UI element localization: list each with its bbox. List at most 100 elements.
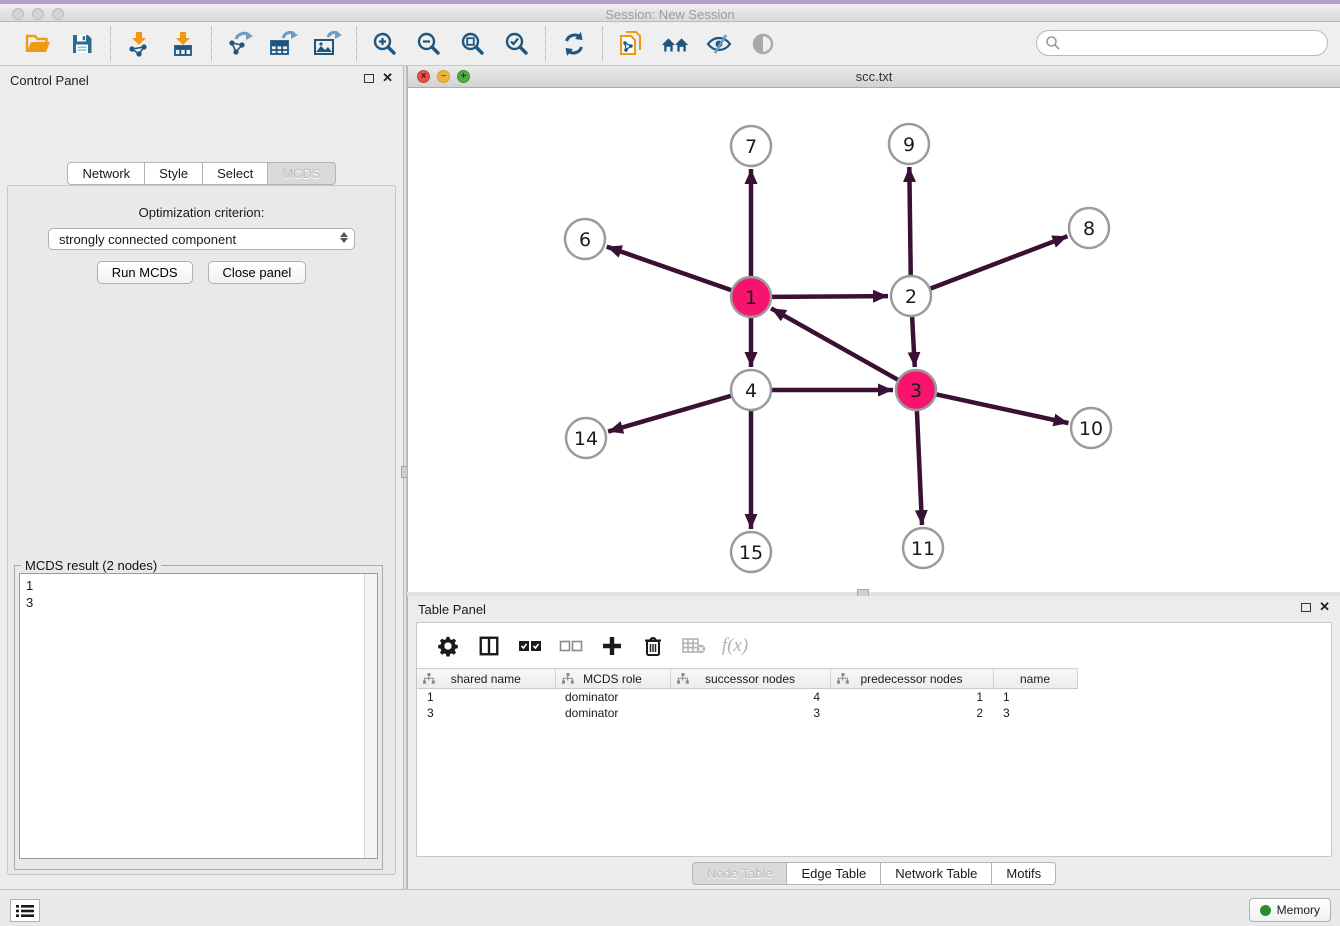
add-column-icon[interactable] — [599, 633, 625, 659]
svg-text:9: 9 — [903, 134, 915, 156]
tab-network[interactable]: Network — [67, 162, 145, 185]
graph-edge-1-2[interactable] — [772, 296, 888, 297]
mcds-result-box[interactable]: 1 3 — [19, 573, 378, 859]
tab-mcds[interactable]: MCDS — [268, 162, 335, 185]
zoom-fit-icon[interactable] — [458, 29, 488, 59]
memory-label: Memory — [1277, 903, 1320, 917]
graph-node-15[interactable]: 15 — [731, 532, 771, 572]
graph-node-3[interactable]: 3 — [896, 370, 936, 410]
table-row[interactable]: 3dominator323 — [417, 705, 1077, 721]
optimization-criterion-label: Optimization criterion: — [8, 205, 395, 220]
result-scrollbar[interactable] — [364, 574, 377, 858]
table-cell[interactable]: 3 — [417, 705, 555, 721]
table-cell[interactable]: 2 — [830, 705, 993, 721]
network-window-titlebar[interactable]: × − + scc.txt — [408, 66, 1340, 88]
svg-text:6: 6 — [579, 229, 591, 251]
graph-node-7[interactable]: 7 — [731, 126, 771, 166]
table-cell[interactable]: 4 — [670, 689, 830, 705]
table-cell[interactable]: dominator — [555, 689, 670, 705]
network-graph[interactable]: 7 9 6 8 1 2 4 3 14 10 15 11 — [408, 88, 1340, 592]
select-all-columns-icon[interactable] — [517, 633, 543, 659]
tab-motifs[interactable]: Motifs — [992, 862, 1056, 885]
tab-node-table[interactable]: Node Table — [692, 862, 788, 885]
tab-style[interactable]: Style — [145, 162, 203, 185]
optimization-criterion-select[interactable]: strongly connected component — [48, 228, 355, 250]
column-header-successor-nodes[interactable]: successor nodes — [670, 669, 830, 689]
hide-graphics-icon[interactable] — [704, 29, 734, 59]
mcds-result-title: MCDS result (2 nodes) — [21, 558, 161, 573]
graph-node-1[interactable]: 1 — [731, 277, 771, 317]
table-cell[interactable]: 3 — [670, 705, 830, 721]
table-cell[interactable]: dominator — [555, 705, 670, 721]
column-header-MCDS-role[interactable]: MCDS role — [555, 669, 670, 689]
graph-node-10[interactable]: 10 — [1071, 408, 1111, 448]
export-network-icon[interactable] — [225, 29, 255, 59]
graph-edge-4-14[interactable] — [608, 396, 731, 432]
column-header-predecessor-nodes[interactable]: predecessor nodes — [830, 669, 993, 689]
column-header-shared-name[interactable]: shared name — [417, 669, 555, 689]
graph-edge-3-1[interactable] — [771, 308, 898, 379]
svg-text:3: 3 — [910, 380, 922, 402]
graph-edge-2-8[interactable] — [931, 236, 1068, 288]
table-panel: Table Panel ✕ — [407, 596, 1340, 889]
close-panel-icon[interactable]: ✕ — [382, 73, 393, 83]
graph-edge-3-11[interactable] — [917, 411, 922, 525]
graph-node-2[interactable]: 2 — [891, 276, 931, 316]
graph-edge-2-9[interactable] — [909, 167, 910, 275]
zoom-in-icon[interactable] — [370, 29, 400, 59]
window-titlebar: Session: New Session — [0, 0, 1340, 22]
delete-columns-icon[interactable] — [640, 633, 666, 659]
graph-node-11[interactable]: 11 — [903, 528, 943, 568]
task-history-button[interactable] — [10, 899, 40, 922]
close-panel-icon[interactable]: ✕ — [1319, 602, 1330, 612]
table-toolbar: f(x) — [417, 623, 1331, 668]
close-panel-button[interactable]: Close panel — [208, 261, 307, 284]
import-table-icon[interactable] — [168, 29, 198, 59]
export-image-icon[interactable] — [313, 29, 343, 59]
graph-edge-3-10[interactable] — [937, 394, 1069, 423]
table-row[interactable]: 1dominator411 — [417, 689, 1077, 705]
svg-text:8: 8 — [1083, 218, 1095, 240]
import-network-icon[interactable] — [124, 29, 154, 59]
table-cell[interactable]: 1 — [993, 689, 1077, 705]
graph-edge-1-6[interactable] — [607, 247, 731, 290]
export-table-icon[interactable] — [269, 29, 299, 59]
table-cell[interactable]: 3 — [993, 705, 1077, 721]
column-header-name[interactable]: name — [993, 669, 1077, 689]
graph-node-4[interactable]: 4 — [731, 370, 771, 410]
memory-status-icon — [1260, 905, 1271, 916]
select-stepper-icon — [340, 232, 348, 243]
float-panel-icon[interactable] — [364, 74, 374, 83]
run-mcds-button[interactable]: Run MCDS — [97, 261, 193, 284]
unselect-all-columns-icon[interactable] — [558, 633, 584, 659]
home-icon[interactable] — [660, 29, 690, 59]
node-table-container: f(x) shared nameMCDS rolesuccessor nodes… — [416, 622, 1332, 857]
table-options-gear-icon[interactable] — [435, 633, 461, 659]
zoom-out-icon[interactable] — [414, 29, 444, 59]
control-panel-title: Control Panel — [10, 73, 89, 88]
table-cell[interactable]: 1 — [830, 689, 993, 705]
graph-edge-2-3[interactable] — [912, 317, 915, 367]
graph-node-8[interactable]: 8 — [1069, 208, 1109, 248]
search-input[interactable] — [1061, 33, 1327, 53]
zoom-selected-icon[interactable] — [502, 29, 532, 59]
memory-button[interactable]: Memory — [1249, 898, 1331, 922]
svg-text:14: 14 — [574, 428, 598, 450]
optimization-criterion-value: strongly connected component — [59, 232, 236, 247]
graph-node-14[interactable]: 14 — [566, 418, 606, 458]
show-columns-icon[interactable] — [476, 633, 502, 659]
table-cell[interactable]: 1 — [417, 689, 555, 705]
open-file-icon[interactable] — [23, 29, 53, 59]
graph-node-6[interactable]: 6 — [565, 219, 605, 259]
refresh-layout-icon[interactable] — [559, 29, 589, 59]
graph-node-9[interactable]: 9 — [889, 124, 929, 164]
float-panel-icon[interactable] — [1301, 603, 1311, 612]
save-session-icon[interactable] — [67, 29, 97, 59]
search-field[interactable] — [1036, 30, 1328, 56]
network-canvas[interactable]: 7 9 6 8 1 2 4 3 14 10 15 11 — [408, 88, 1340, 592]
tab-network-table[interactable]: Network Table — [881, 862, 992, 885]
control-panel-tabs: NetworkStyleSelectMCDS — [0, 162, 403, 185]
new-network-from-selection-icon[interactable] — [616, 29, 646, 59]
tab-edge-table[interactable]: Edge Table — [787, 862, 881, 885]
tab-select[interactable]: Select — [203, 162, 268, 185]
